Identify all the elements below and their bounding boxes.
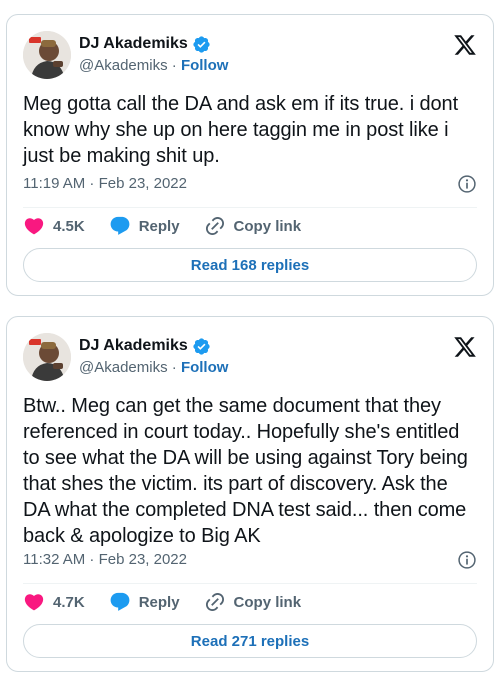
copy-link-label: Copy link bbox=[233, 593, 302, 611]
tweet-meta: 11:32 AM · Feb 23, 2022 bbox=[23, 549, 477, 571]
tweet-meta: 11:19 AM · Feb 23, 2022 bbox=[23, 173, 477, 195]
display-name[interactable]: DJ Akademiks bbox=[79, 335, 188, 357]
timestamp[interactable]: 11:32 AM · Feb 23, 2022 bbox=[23, 551, 187, 568]
separator: · bbox=[167, 359, 181, 376]
author-info: DJ Akademiks @Akademiks · Follow bbox=[79, 335, 228, 379]
copy-link-button[interactable]: Copy link bbox=[204, 591, 302, 613]
handle-row: @Akademiks · Follow bbox=[79, 357, 228, 379]
like-button[interactable]: 4.7K bbox=[23, 591, 85, 613]
copy-link-button[interactable]: Copy link bbox=[204, 215, 302, 237]
follow-link[interactable]: Follow bbox=[181, 57, 229, 74]
divider bbox=[23, 207, 477, 208]
avatar[interactable] bbox=[23, 333, 71, 381]
heart-icon bbox=[24, 218, 44, 235]
x-logo-icon[interactable] bbox=[453, 33, 477, 57]
tweet-text: Meg gotta call the DA and ask em if its … bbox=[23, 93, 464, 167]
verified-badge-icon bbox=[192, 337, 211, 356]
handle[interactable]: @Akademiks bbox=[79, 359, 168, 376]
speech-bubble-icon bbox=[110, 216, 130, 235]
author-info: DJ Akademiks @Akademiks · Follow bbox=[79, 33, 228, 77]
link-icon bbox=[205, 592, 224, 612]
tweet-card: DJ Akademiks @Akademiks · Follow Btw.. M… bbox=[6, 316, 494, 672]
reply-label: Reply bbox=[138, 217, 180, 235]
follow-link[interactable]: Follow bbox=[181, 359, 229, 376]
like-count: 4.7K bbox=[53, 593, 85, 611]
display-name[interactable]: DJ Akademiks bbox=[79, 33, 188, 55]
read-replies-button[interactable]: Read 271 replies bbox=[23, 624, 477, 658]
verified-badge-icon bbox=[192, 35, 211, 54]
reply-button[interactable]: Reply bbox=[109, 591, 180, 613]
reply-button[interactable]: Reply bbox=[109, 215, 180, 237]
x-logo-icon[interactable] bbox=[453, 335, 477, 359]
copy-link-label: Copy link bbox=[233, 217, 302, 235]
handle[interactable]: @Akademiks bbox=[79, 57, 168, 74]
action-bar: 4.5K Reply Copy link bbox=[23, 214, 477, 238]
info-icon[interactable] bbox=[457, 550, 477, 570]
link-icon bbox=[205, 216, 224, 236]
avatar[interactable] bbox=[23, 31, 71, 79]
like-count: 4.5K bbox=[53, 217, 85, 235]
tweet-text: Btw.. Meg can get the same document that… bbox=[23, 395, 474, 547]
heart-icon bbox=[24, 594, 44, 611]
timestamp[interactable]: 11:19 AM · Feb 23, 2022 bbox=[23, 175, 187, 192]
speech-bubble-icon bbox=[110, 592, 130, 611]
tweet-header: DJ Akademiks @Akademiks · Follow bbox=[23, 333, 477, 383]
handle-row: @Akademiks · Follow bbox=[79, 55, 228, 77]
read-replies-button[interactable]: Read 168 replies bbox=[23, 248, 477, 282]
divider bbox=[23, 583, 477, 584]
separator: · bbox=[167, 57, 181, 74]
tweet-card: DJ Akademiks @Akademiks · Follow Meg got… bbox=[6, 14, 494, 296]
reply-label: Reply bbox=[138, 593, 180, 611]
info-icon[interactable] bbox=[457, 174, 477, 194]
like-button[interactable]: 4.5K bbox=[23, 215, 85, 237]
action-bar: 4.7K Reply Copy link bbox=[23, 590, 477, 614]
tweet-header: DJ Akademiks @Akademiks · Follow bbox=[23, 31, 477, 81]
